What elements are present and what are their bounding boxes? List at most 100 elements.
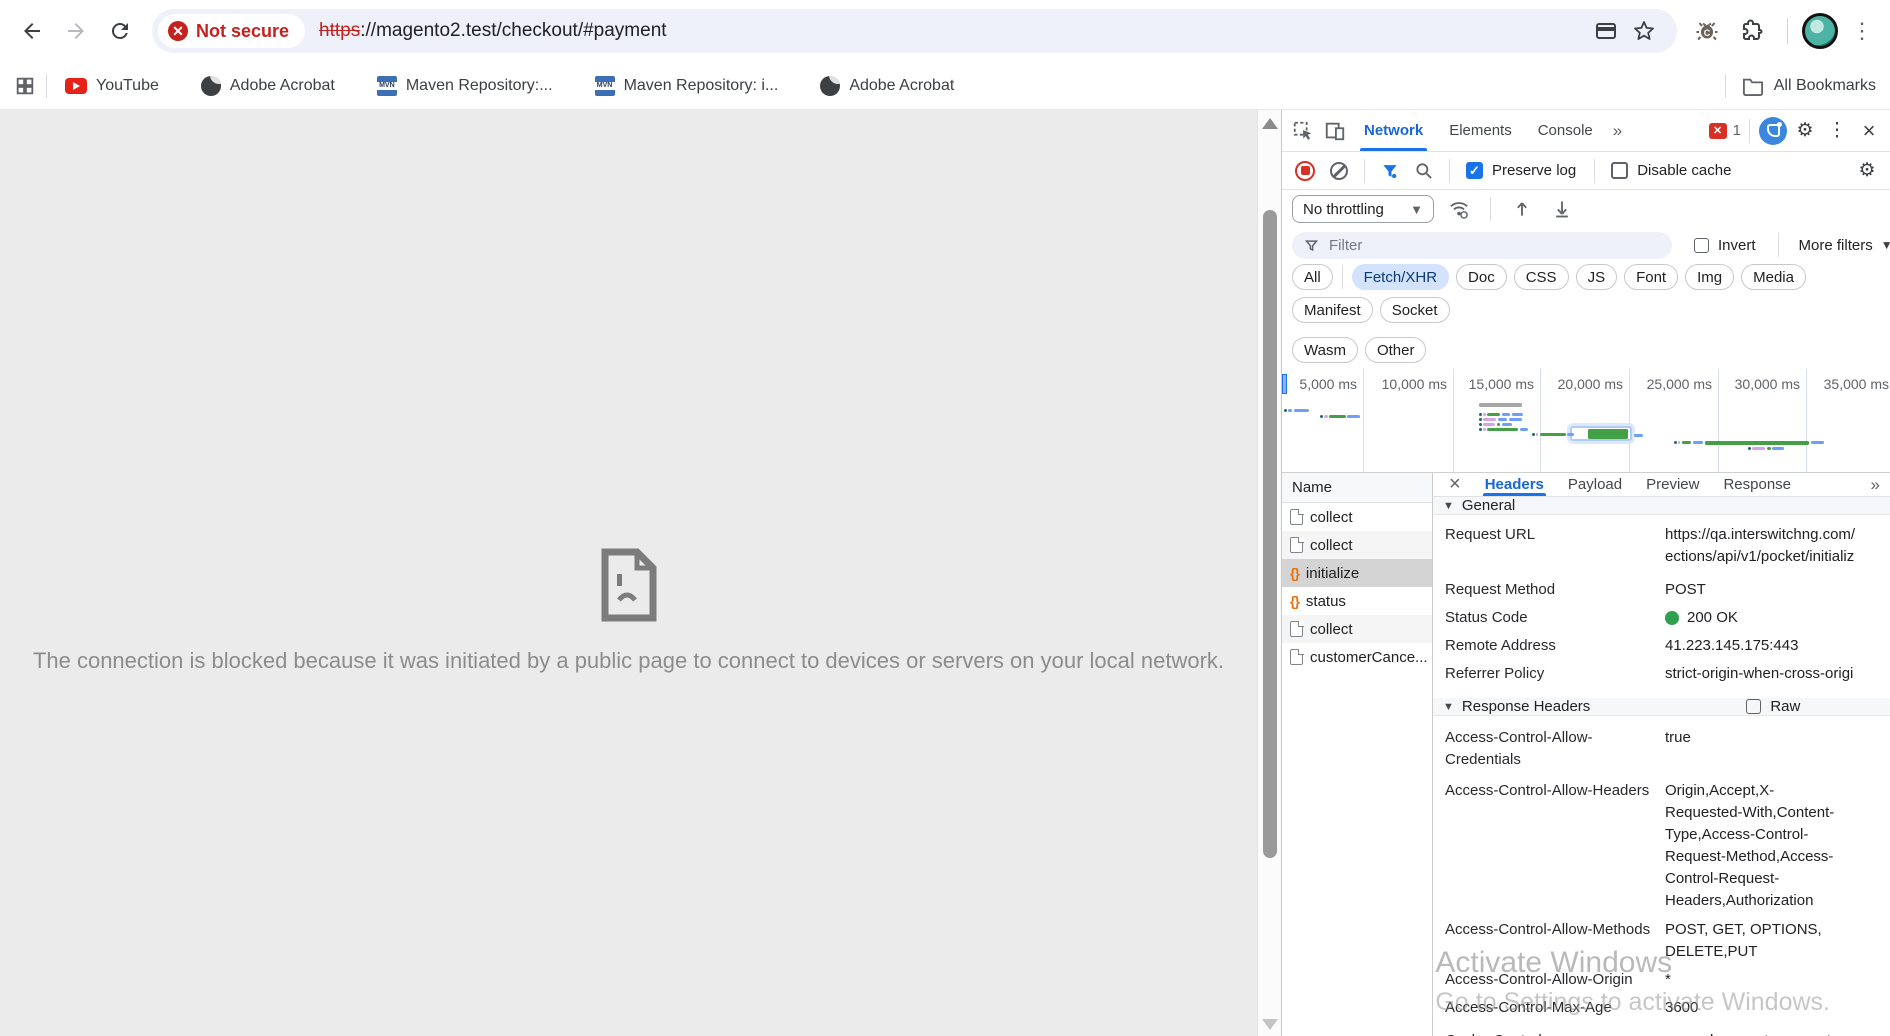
raw-toggle[interactable]: Raw: [1746, 698, 1800, 715]
profile-avatar[interactable]: [1802, 13, 1838, 49]
request-row-collect-1[interactable]: collect: [1282, 503, 1432, 531]
device-toolbar-button[interactable]: [1320, 116, 1350, 146]
broken-page-icon: [599, 548, 659, 622]
disable-cache-toggle[interactable]: Disable cache: [1605, 162, 1739, 179]
response-headers-section-header[interactable]: ▼ Response Headers Raw: [1433, 698, 1890, 716]
request-row-customercancel[interactable]: customerCance...: [1282, 643, 1432, 671]
chip-css[interactable]: CSS: [1514, 264, 1569, 290]
tab-headers[interactable]: Headers: [1473, 473, 1556, 496]
browser-menu-button[interactable]: ⋮: [1844, 9, 1880, 53]
waterfall-segment: [1678, 441, 1680, 444]
chip-font[interactable]: Font: [1624, 264, 1678, 290]
chip-wasm[interactable]: Wasm: [1292, 337, 1358, 363]
clear-button[interactable]: [1324, 156, 1354, 186]
bookmark-youtube[interactable]: YouTube: [65, 77, 159, 95]
reload-button[interactable]: [98, 9, 142, 53]
tab-response[interactable]: Response: [1711, 473, 1803, 496]
chip-media[interactable]: Media: [1741, 264, 1806, 290]
all-bookmarks-button[interactable]: All Bookmarks: [1719, 74, 1876, 98]
requests-header[interactable]: Name: [1282, 473, 1432, 503]
devtools-close-button[interactable]: ×: [1854, 116, 1884, 146]
ai-assistant-button[interactable]: [1758, 116, 1788, 146]
timeline-tick-label: 35,000 ms: [1805, 376, 1889, 392]
triangle-down-icon: ▼: [1443, 701, 1454, 713]
tab-elements[interactable]: Elements: [1437, 110, 1524, 151]
inspect-button[interactable]: [1288, 116, 1318, 146]
chip-img[interactable]: Img: [1685, 264, 1734, 290]
bookmarks-bar: YouTube Adobe Acrobat MVN Maven Reposito…: [0, 62, 1890, 110]
preserve-log-checkbox[interactable]: ✓: [1466, 162, 1483, 179]
bookmark-maven-2[interactable]: MVN Maven Repository: i...: [595, 76, 779, 96]
document-icon: [1290, 537, 1303, 553]
devtools-menu-button[interactable]: ⋮: [1822, 116, 1852, 146]
scrollbar-down-icon[interactable]: [1262, 1019, 1278, 1030]
bookmark-adobe-acrobat-2[interactable]: Adobe Acrobat: [820, 76, 954, 96]
page-scrollbar[interactable]: [1257, 110, 1281, 1036]
tab-preview[interactable]: Preview: [1634, 473, 1711, 496]
chip-doc[interactable]: Doc: [1456, 264, 1507, 290]
timeline-tick-label: 20,000 ms: [1539, 376, 1623, 392]
waterfall-segment: [1288, 409, 1292, 412]
globe-icon: [820, 76, 840, 96]
devtools-settings-button[interactable]: ⚙: [1790, 116, 1820, 146]
scrollbar-thumb[interactable]: [1263, 210, 1277, 858]
scrollbar-up-icon[interactable]: [1262, 118, 1278, 129]
close-details-button[interactable]: ×: [1437, 473, 1473, 496]
request-row-status[interactable]: {} status: [1282, 587, 1432, 615]
waterfall-segment: [1767, 447, 1771, 450]
bookmark-page-button[interactable]: [1625, 12, 1663, 50]
disable-cache-checkbox[interactable]: [1611, 162, 1628, 179]
payment-methods-button[interactable]: [1587, 12, 1625, 50]
preserve-log-toggle[interactable]: ✓ Preserve log: [1460, 162, 1584, 179]
chip-other[interactable]: Other: [1365, 337, 1427, 363]
bug-extension-button[interactable]: C: [1687, 9, 1727, 53]
record-button[interactable]: [1290, 156, 1320, 186]
forward-icon: [64, 19, 88, 43]
waterfall-segment: [1479, 418, 1482, 421]
filter-input[interactable]: Filter: [1292, 232, 1672, 259]
chip-js[interactable]: JS: [1576, 264, 1618, 290]
tab-console[interactable]: Console: [1526, 110, 1605, 151]
extensions-button[interactable]: [1733, 9, 1773, 53]
tab-payload[interactable]: Payload: [1556, 473, 1634, 496]
forward-button[interactable]: [54, 9, 98, 53]
chip-manifest[interactable]: Manifest: [1292, 297, 1373, 323]
network-conditions-button[interactable]: [1444, 194, 1474, 224]
waterfall-segment: [1752, 447, 1765, 450]
not-secure-chip[interactable]: ✕ Not secure: [158, 14, 305, 48]
bookmark-maven-1[interactable]: MVN Maven Repository:...: [377, 76, 553, 96]
network-toolbar: ✓ Preserve log Disable cache ⚙: [1282, 152, 1890, 190]
waterfall-segment: [1502, 423, 1512, 426]
raw-checkbox[interactable]: [1746, 699, 1761, 714]
tab-network[interactable]: Network: [1352, 110, 1435, 151]
timeline-overview[interactable]: 5,000 ms10,000 ms15,000 ms20,000 ms25,00…: [1282, 369, 1890, 473]
clear-icon: [1330, 162, 1348, 180]
browser-toolbar: ✕ Not secure https://magento2.test/check…: [0, 0, 1890, 62]
invert-toggle[interactable]: Invert: [1688, 237, 1764, 254]
invert-checkbox[interactable]: [1694, 238, 1709, 253]
more-tabs-icon[interactable]: »: [1607, 121, 1628, 141]
url-text[interactable]: https://magento2.test/checkout/#payment: [319, 20, 667, 42]
request-row-collect-2[interactable]: collect: [1282, 531, 1432, 559]
import-har-button[interactable]: [1507, 194, 1537, 224]
request-row-initialize[interactable]: {} initialize: [1282, 559, 1432, 587]
more-filters-button[interactable]: More filters ▼: [1793, 237, 1890, 254]
devtools-panel: Network Elements Console » ✕ 1 ⚙ ⋮ ×: [1281, 110, 1890, 1036]
chip-fetch-xhr[interactable]: Fetch/XHR: [1352, 264, 1449, 290]
general-section-header[interactable]: ▼ General: [1433, 497, 1890, 515]
toolbar-right: C ⋮: [1687, 9, 1880, 53]
issues-badge[interactable]: ✕ 1: [1709, 122, 1741, 139]
throttling-select[interactable]: No throttling ▼: [1292, 195, 1434, 223]
network-search-button[interactable]: [1409, 156, 1439, 186]
request-row-collect-3[interactable]: collect: [1282, 615, 1432, 643]
apps-grid-icon[interactable]: [14, 75, 36, 97]
back-button[interactable]: [10, 9, 54, 53]
more-detail-tabs-icon[interactable]: »: [1865, 475, 1886, 495]
chip-all[interactable]: All: [1292, 264, 1333, 290]
address-bar[interactable]: ✕ Not secure https://magento2.test/check…: [152, 9, 1677, 53]
network-settings-button[interactable]: ⚙: [1852, 156, 1882, 186]
chip-socket[interactable]: Socket: [1380, 297, 1450, 323]
bookmark-adobe-acrobat-1[interactable]: Adobe Acrobat: [201, 76, 335, 96]
export-har-button[interactable]: [1547, 194, 1577, 224]
filter-toggle-button[interactable]: [1375, 156, 1405, 186]
